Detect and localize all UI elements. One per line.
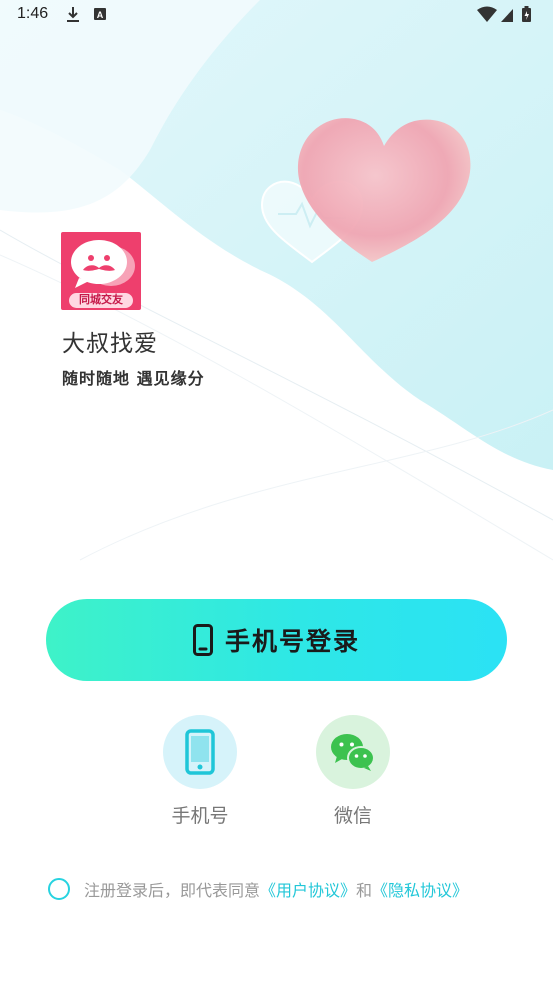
user-agreement-link[interactable]: 《用户协议》 xyxy=(260,877,356,901)
app-name: 大叔找爱 xyxy=(62,331,158,357)
agreement-checkbox[interactable] xyxy=(48,878,70,900)
phone-login-button[interactable]: 手机号登录 xyxy=(46,599,507,681)
background-decoration xyxy=(0,0,553,561)
accessibility-a-icon: A xyxy=(94,8,106,20)
phone-option-label: 手机号 xyxy=(171,805,229,827)
phone-login-label: 手机号登录 xyxy=(224,627,360,656)
svg-text:A: A xyxy=(97,10,104,20)
status-right-icons xyxy=(477,6,537,28)
wechat-option-circle[interactable] xyxy=(316,715,390,789)
app-slogan: 随时随地 遇见缘分 xyxy=(62,369,205,388)
agreement-prefix: 注册登录后，即代表同意 xyxy=(84,881,261,900)
phone-icon xyxy=(185,729,215,775)
privacy-policy-link[interactable]: 《隐私协议》 xyxy=(372,877,468,901)
download-icon xyxy=(67,7,79,22)
phone-login-option[interactable]: 手机号 xyxy=(163,715,237,828)
agreement-row: 注册登录后，即代表同意 《用户协议》 和 《隐私协议》 xyxy=(48,877,468,901)
status-left-icons: A xyxy=(64,6,114,28)
logo-caption: 同城交友 xyxy=(79,293,123,306)
signal-icon xyxy=(501,9,513,22)
wifi-icon xyxy=(477,6,497,22)
wechat-option-label: 微信 xyxy=(333,805,372,827)
phone-option-circle[interactable] xyxy=(163,715,237,789)
app-logo: 同城交友 xyxy=(61,232,141,310)
battery-icon xyxy=(522,6,531,22)
status-bar: 1:46 A xyxy=(0,0,553,30)
status-time: 1:46 xyxy=(17,5,49,22)
wechat-icon xyxy=(331,734,375,771)
agreement-conjunction: 和 xyxy=(356,881,373,900)
wechat-login-option[interactable]: 微信 xyxy=(316,715,390,828)
phone-icon xyxy=(192,624,213,656)
